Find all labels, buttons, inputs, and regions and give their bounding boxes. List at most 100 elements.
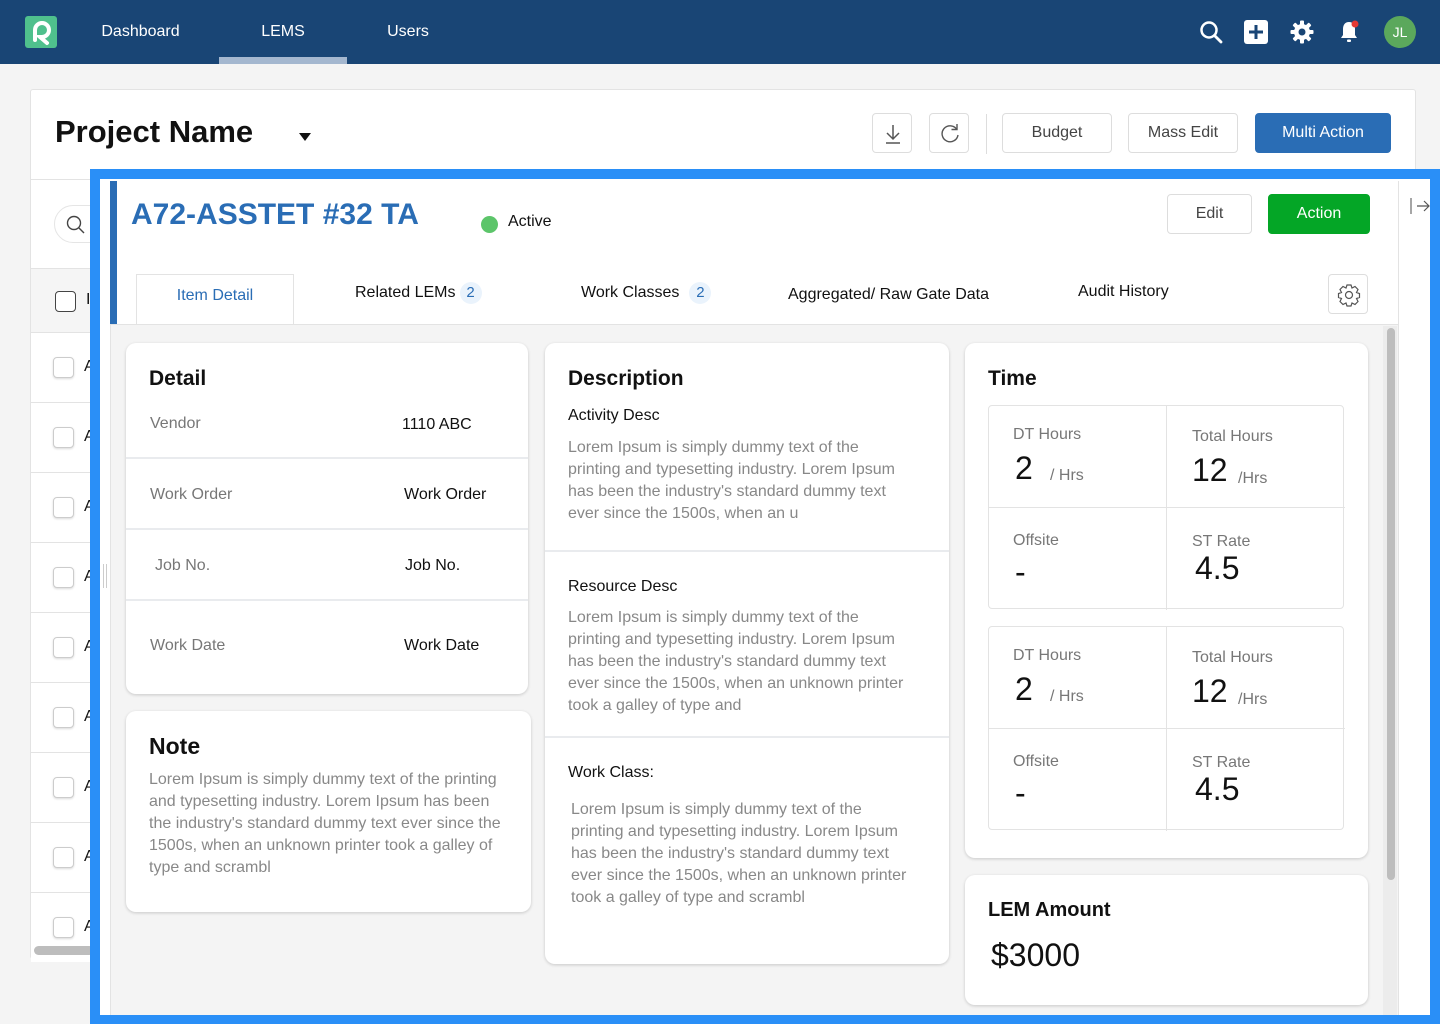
action-button[interactable]: Action (1268, 194, 1370, 234)
tab-label: Related LEMs (355, 284, 456, 301)
nav-lems[interactable]: LEMS (219, 0, 347, 64)
app-logo[interactable] (25, 16, 57, 48)
note-card: Note Lorem Ipsum is simply dummy text of… (126, 711, 531, 912)
resize-handle-icon[interactable] (102, 564, 108, 588)
row-checkbox[interactable] (53, 497, 74, 518)
time-grid: DT Hours 2 / Hrs Total Hours 12 /Hrs Off… (988, 626, 1345, 831)
metric-label: Total Hours (1192, 428, 1273, 445)
metric-value: 2 (1015, 450, 1033, 486)
time-grid: DT Hours 2 / Hrs Total Hours 12 /Hrs Off… (988, 405, 1345, 610)
row-checkbox[interactable] (53, 707, 74, 728)
nav-dashboard[interactable]: Dashboard (88, 0, 193, 64)
offsite-cell: Offsite - (989, 508, 1167, 610)
add-icon[interactable] (1244, 20, 1268, 44)
project-title: Project Name (55, 114, 254, 149)
card-title: LEM Amount (988, 899, 1111, 921)
search-icon[interactable] (1199, 20, 1223, 44)
mass-edit-button[interactable]: Mass Edit (1128, 113, 1238, 153)
row-checkbox[interactable] (53, 847, 74, 868)
metric-unit: / Hrs (1050, 467, 1084, 484)
time-card: Time DT Hours 2 / Hrs Total Hours 12 /Hr… (965, 343, 1368, 858)
tab-work-classes[interactable]: Work Classes 2 (581, 274, 712, 324)
lem-amount-value: $3000 (991, 937, 1080, 973)
detail-row-work-order: Work Order Work Order (126, 459, 528, 530)
nav-users[interactable]: Users (375, 0, 441, 64)
activity-desc-text: Lorem Ipsum is simply dummy text of the … (568, 439, 895, 522)
card-title: Description (568, 367, 684, 390)
detail-row-job-no: Job No. Job No. (126, 530, 528, 601)
metric-unit: /Hrs (1238, 470, 1268, 487)
download-icon (886, 125, 900, 144)
section-divider (545, 736, 949, 738)
metric-value: 12 (1192, 452, 1228, 488)
collapse-panel-button[interactable] (1409, 196, 1431, 216)
total-hours-cell: Total Hours 12 /Hrs (1167, 627, 1345, 729)
top-navbar: Dashboard LEMS Users JL (0, 0, 1440, 64)
field-label: Job No. (155, 557, 211, 574)
select-all-checkbox[interactable] (55, 291, 76, 312)
row-checkbox[interactable] (53, 917, 74, 938)
asset-title: A72-ASSTET #32 TA (131, 198, 419, 231)
row-checkbox[interactable] (53, 637, 74, 658)
row-checkbox[interactable] (53, 427, 74, 448)
project-dropdown-caret-icon[interactable] (299, 133, 311, 141)
list-horizontal-scrollbar[interactable] (34, 946, 94, 955)
refresh-icon (941, 124, 959, 143)
field-value: 1110 ABC (402, 416, 472, 433)
resource-desc-text: Lorem Ipsum is simply dummy text of the … (568, 609, 904, 714)
metric-label: ST Rate (1192, 533, 1251, 550)
dt-hours-cell: DT Hours 2 / Hrs (989, 627, 1167, 729)
row-checkbox[interactable] (53, 777, 74, 798)
metric-label: DT Hours (1013, 647, 1082, 664)
refresh-button[interactable] (929, 113, 969, 153)
card-title: Note (149, 733, 201, 759)
count-badge: 2 (689, 282, 712, 304)
row-checkbox[interactable] (53, 357, 74, 378)
content-scrollbar-thumb[interactable] (1387, 328, 1395, 880)
section-divider (545, 550, 949, 552)
section-label: Work Class: (568, 764, 654, 781)
offsite-cell: Offsite - (989, 729, 1167, 831)
tab-settings-button[interactable] (1328, 274, 1368, 314)
tab-aggregated-raw-gate-data[interactable]: Aggregated/ Raw Gate Data (788, 276, 989, 326)
metric-value: - (1015, 775, 1026, 811)
drawer-accent-bar (110, 181, 117, 325)
tab-related-lems[interactable]: Related LEMs 2 (355, 274, 482, 324)
description-card: Description Activity Desc Lorem Ipsum is… (545, 343, 949, 964)
dt-hours-cell: DT Hours 2 / Hrs (989, 406, 1167, 508)
notification-bell-icon[interactable] (1337, 20, 1361, 44)
field-value: Work Order (404, 486, 487, 503)
field-value: Job No. (405, 557, 461, 574)
metric-label: Total Hours (1192, 649, 1273, 666)
section-label: Resource Desc (568, 578, 678, 595)
budget-button[interactable]: Budget (1002, 113, 1112, 153)
edit-button[interactable]: Edit (1167, 194, 1252, 234)
card-title: Time (988, 367, 1037, 390)
metric-unit: /Hrs (1238, 691, 1268, 708)
metric-label: Offsite (1013, 753, 1059, 770)
status-dot-icon (481, 216, 498, 233)
tab-label: Work Classes (581, 284, 680, 301)
collapse-arrow-icon (1410, 198, 1430, 214)
lem-amount-card: LEM Amount $3000 (965, 875, 1368, 1005)
detail-card: Detail Vendor 1110 ABC Work Order Work O… (126, 343, 528, 694)
total-hours-cell: Total Hours 12 /Hrs (1167, 406, 1345, 508)
logo-mark-icon (33, 21, 51, 45)
detail-row-vendor: Vendor 1110 ABC (126, 343, 528, 459)
section-label: Activity Desc (568, 407, 660, 424)
note-text: Lorem Ipsum is simply dummy text of the … (149, 771, 501, 876)
field-label: Vendor (150, 415, 201, 432)
user-avatar[interactable]: JL (1384, 16, 1416, 48)
search-icon (66, 215, 85, 234)
settings-icon[interactable] (1290, 20, 1314, 44)
field-label: Work Order (150, 486, 233, 503)
st-rate-cell: ST Rate 4.5 (1167, 729, 1345, 831)
row-checkbox[interactable] (53, 567, 74, 588)
download-button[interactable] (872, 113, 912, 153)
metric-value: 4.5 (1195, 771, 1240, 807)
tab-audit-history[interactable]: Audit History (1078, 273, 1169, 323)
gear-icon (1337, 284, 1361, 307)
multi-action-button[interactable]: Multi Action (1255, 113, 1391, 153)
drawer-right-divider (1398, 181, 1399, 1015)
tab-item-detail[interactable]: Item Detail (136, 274, 294, 324)
